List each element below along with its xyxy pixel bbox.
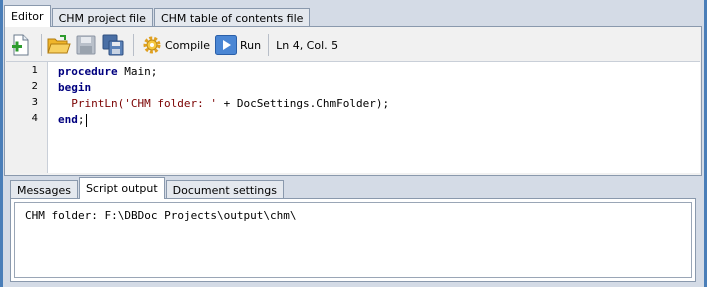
toolbar: Compile Run Ln 4, Col. 5 <box>9 31 338 59</box>
tab-messages[interactable]: Messages <box>10 180 78 199</box>
bottom-tab-bar: Messages Script output Document settings <box>10 177 285 199</box>
code-editor[interactable]: 1 2 3 4 procedure Main; begin PrintLn('C… <box>6 61 700 173</box>
keyword: procedure <box>58 65 118 78</box>
tab-script-output[interactable]: Script output <box>78 177 165 199</box>
gear-icon <box>143 36 161 54</box>
cursor-position-status: Ln 4, Col. 5 <box>276 38 339 52</box>
line-number: 4 <box>31 113 38 124</box>
keyword: begin <box>58 81 92 94</box>
save-icon <box>76 35 96 55</box>
open-folder-icon <box>47 35 71 54</box>
open-button[interactable] <box>47 33 71 57</box>
tab-editor[interactable]: Editor <box>4 5 51 27</box>
editor-panel: Compile Run Ln 4, Col. 5 1 2 3 4 procedu… <box>4 26 702 176</box>
script-output-area[interactable]: CHM folder: F:\DBDoc Projects\output\chm… <box>14 202 692 278</box>
line-number: 1 <box>31 65 38 76</box>
string-literal: 'CHM folder: ' <box>124 97 217 110</box>
code-line: begin <box>58 81 91 94</box>
save-all-button[interactable] <box>101 33 125 57</box>
output-text: CHM folder: F:\DBDoc Projects\output\chm… <box>25 209 297 222</box>
new-file-icon <box>12 34 29 56</box>
output-panel: CHM folder: F:\DBDoc Projects\output\chm… <box>10 198 696 282</box>
compile-label: Compile <box>165 38 210 52</box>
toolbar-separator <box>41 34 42 56</box>
line-number: 2 <box>31 81 38 92</box>
tab-chm-toc-file[interactable]: CHM table of contents file <box>153 8 311 27</box>
code-line: end; <box>58 113 87 127</box>
save-button[interactable] <box>74 33 98 57</box>
keyword: end <box>58 113 78 126</box>
top-tab-bar: Editor CHM project file CHM table of con… <box>4 5 311 27</box>
toolbar-separator <box>268 34 270 56</box>
line-number-gutter: 1 2 3 4 <box>6 62 48 173</box>
line-number: 3 <box>31 97 38 108</box>
function-call: PrintLn( <box>71 97 125 110</box>
code-line: PrintLn('CHM folder: ' + DocSettings.Chm… <box>58 97 389 110</box>
run-button[interactable]: Run <box>215 35 261 55</box>
window-frame-left <box>0 0 3 287</box>
code-text: ; <box>77 113 85 126</box>
new-script-button[interactable] <box>9 33 33 57</box>
tab-document-settings[interactable]: Document settings <box>165 180 284 199</box>
toolbar-separator <box>133 34 134 56</box>
run-label: Run <box>240 38 262 52</box>
tab-chm-project-file[interactable]: CHM project file <box>51 8 153 27</box>
code-text: Main; <box>117 65 158 78</box>
save-all-icon <box>102 34 124 56</box>
compile-button[interactable]: Compile <box>142 35 210 55</box>
play-icon <box>215 35 237 55</box>
code-text: + DocSettings.ChmFolder); <box>216 97 390 110</box>
code-line: procedure Main; <box>58 65 157 78</box>
text-caret <box>85 113 87 127</box>
